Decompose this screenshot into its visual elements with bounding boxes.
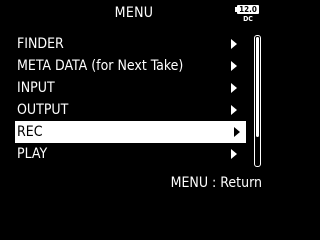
menu-item-play[interactable]: PLAY xyxy=(0,143,250,165)
battery-voltage: 12.0 xyxy=(239,5,257,14)
menu-item-input[interactable]: INPUT xyxy=(0,77,250,99)
chevron-right-icon xyxy=(231,39,237,49)
battery-icon: 12.0 DC xyxy=(235,5,261,25)
menu-screen: MENU 12.0 DC FINDER META DATA (for Next … xyxy=(0,0,268,200)
menu-item-finder[interactable]: FINDER xyxy=(0,33,250,55)
menu-item-label: FINDER xyxy=(17,36,64,52)
chevron-right-icon xyxy=(231,83,237,93)
return-hint: MENU : Return xyxy=(170,175,262,191)
menu-item-output[interactable]: OUTPUT xyxy=(0,99,250,121)
menu-scrollbar[interactable] xyxy=(254,35,261,167)
menu-item-label: OUTPUT xyxy=(17,102,69,118)
page-title: MENU xyxy=(114,5,154,21)
scrollbar-thumb[interactable] xyxy=(256,37,259,137)
battery-source: DC xyxy=(243,15,253,23)
menu-item-rec[interactable]: REC xyxy=(15,121,246,143)
header-bar: MENU 12.0 DC xyxy=(0,0,268,30)
menu-item-label: INPUT xyxy=(17,80,55,96)
chevron-right-icon xyxy=(231,61,237,71)
menu-item-label: REC xyxy=(17,124,43,140)
chevron-right-icon xyxy=(231,105,237,115)
menu-item-meta-data[interactable]: META DATA (for Next Take) xyxy=(0,55,250,77)
chevron-right-icon xyxy=(231,149,237,159)
menu-list: FINDER META DATA (for Next Take) INPUT O… xyxy=(0,33,250,165)
chevron-right-icon xyxy=(234,127,240,137)
menu-item-label: PLAY xyxy=(17,146,48,162)
menu-item-label: META DATA (for Next Take) xyxy=(17,58,184,74)
